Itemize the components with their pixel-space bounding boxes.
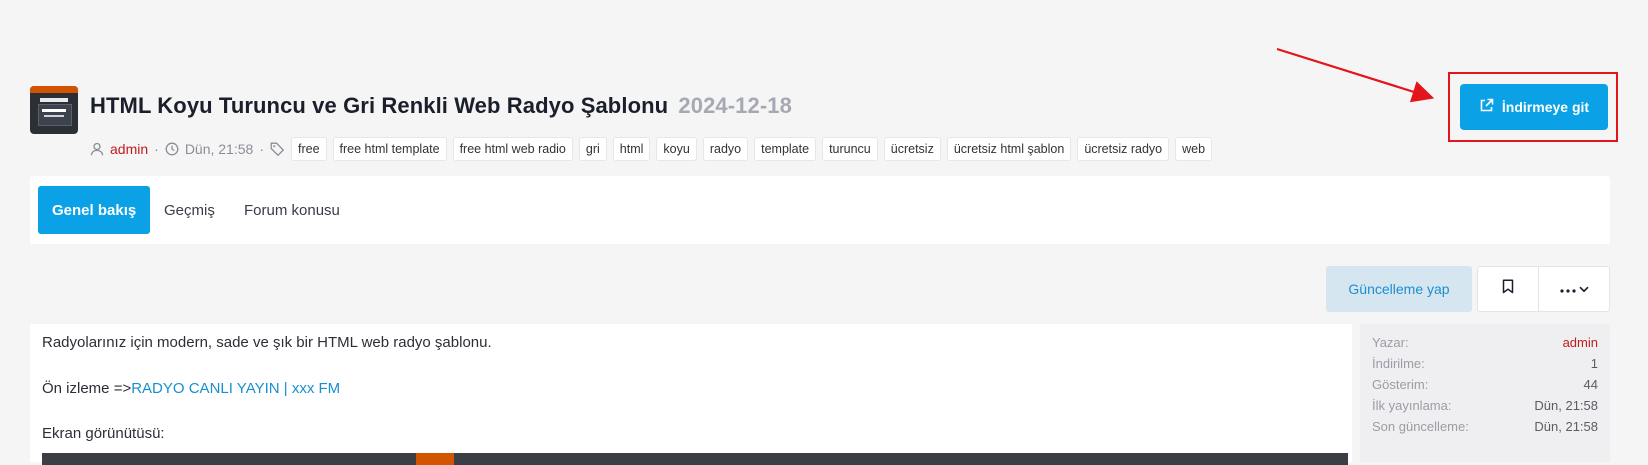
info-label: İlk yayınlama: [1372, 398, 1452, 413]
resource-info-sidebar: Yazar: admin İndirilme: 1 Gösterim: 44 İ… [1360, 324, 1610, 462]
info-value: 44 [1583, 377, 1598, 392]
info-label: Gösterim: [1372, 377, 1429, 392]
author-link[interactable]: admin [110, 141, 148, 157]
info-label: Son güncelleme: [1372, 419, 1469, 434]
info-label: İndirilme: [1372, 356, 1425, 371]
tab-bar: Genel bakış Geçmiş Forum konusu [30, 176, 1610, 244]
resource-page: HTML Koyu Turuncu ve Gri Renkli Web Rady… [30, 0, 1618, 465]
tag[interactable]: html [612, 137, 651, 161]
info-value: Dün, 21:58 [1534, 398, 1598, 413]
tag[interactable]: ücretsiz [883, 137, 941, 161]
tag[interactable]: free html template [332, 137, 447, 161]
info-row: Son güncelleme: Dün, 21:58 [1372, 419, 1598, 434]
info-label: Yazar: [1372, 335, 1409, 350]
preview-line: Ön izleme =>RADYO CANLI YAYIN | xxx FM [42, 380, 340, 397]
ellipsis-icon [1559, 280, 1576, 298]
tag[interactable]: ücretsiz html şablon [946, 137, 1072, 161]
tag[interactable]: web [1175, 137, 1213, 161]
tab-overview[interactable]: Genel bakış [38, 186, 151, 234]
resource-description: Radyolarınız için modern, sade ve şık bi… [30, 324, 1352, 465]
bookmark-icon [1502, 279, 1514, 299]
more-options-button[interactable] [1539, 267, 1609, 311]
author-value[interactable]: admin [1563, 335, 1598, 350]
version-date: 2024-12-18 [678, 93, 792, 118]
info-row: İlk yayınlama: Dün, 21:58 [1372, 398, 1598, 413]
info-row: Gösterim: 44 [1372, 377, 1598, 392]
screenshot-image[interactable] [42, 453, 1348, 465]
chevron-down-icon [1578, 280, 1589, 298]
resource-title: HTML Koyu Turuncu ve Gri Renkli Web Rady… [90, 93, 669, 118]
post-update-button[interactable]: Güncelleme yap [1326, 266, 1472, 312]
tab-forum-thread[interactable]: Forum konusu [230, 186, 354, 234]
tag[interactable]: ücretsiz radyo [1077, 137, 1170, 161]
tag[interactable]: koyu [656, 137, 697, 161]
info-value: 1 [1590, 356, 1598, 371]
info-row: İndirilme: 1 [1372, 356, 1598, 371]
info-row: Yazar: admin [1372, 335, 1598, 350]
info-value: Dün, 21:58 [1534, 419, 1598, 434]
meta-separator: · [259, 141, 264, 157]
page-title: HTML Koyu Turuncu ve Gri Renkli Web Rady… [90, 93, 792, 119]
tag-icon [270, 142, 285, 156]
screenshot-label: Ekran görünütüsü: [42, 425, 165, 442]
clock-icon [165, 142, 179, 156]
tag[interactable]: free html web radio [452, 137, 573, 161]
bookmark-button[interactable] [1478, 267, 1539, 311]
tag[interactable]: gri [578, 137, 607, 161]
resource-actions [1477, 266, 1610, 312]
posted-time[interactable]: Dün, 21:58 [185, 141, 254, 157]
tag[interactable]: template [754, 137, 817, 161]
highlight-box [1448, 72, 1618, 142]
resource-meta: admin · Dün, 21:58 · free free html temp… [90, 137, 1213, 161]
resource-thumbnail[interactable] [30, 86, 78, 134]
meta-separator: · [154, 141, 159, 157]
preview-link[interactable]: RADYO CANLI YAYIN | xxx FM [131, 380, 340, 397]
description-text: Radyolarınız için modern, sade ve şık bi… [42, 334, 492, 351]
tag[interactable]: radyo [702, 137, 749, 161]
preview-label: Ön izleme => [42, 380, 132, 397]
tag[interactable]: turuncu [822, 137, 878, 161]
tag[interactable]: free [290, 137, 327, 161]
user-icon [90, 142, 104, 156]
tab-history[interactable]: Geçmiş [150, 186, 229, 234]
